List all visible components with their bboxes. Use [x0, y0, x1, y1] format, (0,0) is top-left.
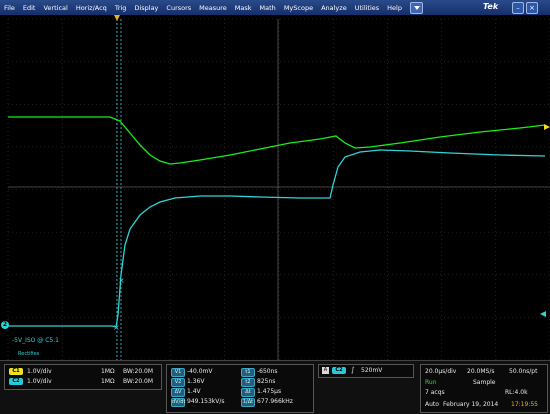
menu-cursors[interactable]: Cursors: [162, 4, 195, 12]
menu-measure[interactable]: Measure: [195, 4, 231, 12]
cursor-cross-lower: ×: [113, 323, 120, 332]
waveform-display[interactable]: × × 2 -5V_ISO @ C5.1 Rectifies: [0, 15, 550, 361]
sample-rate: 20.0MS/s: [467, 368, 495, 375]
t2-badge: t2: [241, 378, 255, 387]
minimize-button[interactable]: –: [512, 2, 524, 14]
minimize-icon: –: [516, 4, 520, 12]
channel-1-impedance: 1MΩ: [101, 368, 115, 375]
channel-2-bandwidth: BW:20.0M: [123, 378, 154, 385]
inverse-delta-t-value: 677.966kHz: [257, 398, 293, 405]
channel-2-impedance: 1MΩ: [101, 378, 115, 385]
menu-help[interactable]: Help: [383, 4, 406, 12]
trigger-source-badge: C2: [332, 367, 346, 374]
menu-file[interactable]: File: [0, 4, 19, 12]
delta-t-value: 1.475µs: [257, 388, 282, 395]
dv-dt-value: 949.153kV/s: [187, 398, 225, 405]
channel-settings-panel[interactable]: C1 1.0V/div 1MΩ BW:20.0M C2 1.0V/div 1MΩ…: [4, 364, 162, 390]
menu-edit[interactable]: Edit: [19, 4, 40, 12]
horizontal-scale: 20.0µs/div: [425, 368, 457, 375]
t1-value: -650ns: [257, 368, 278, 375]
readout-panel: C1 1.0V/div 1MΩ BW:20.0M C2 1.0V/div 1MΩ…: [0, 360, 550, 414]
graticule: × ×: [7, 15, 550, 361]
trigger-type-icon: A: [322, 367, 329, 374]
menu-dropdown-button[interactable]: [410, 1, 423, 14]
menu-vertical[interactable]: Vertical: [39, 4, 71, 12]
v1-badge: V1: [171, 368, 185, 377]
menu-analyze[interactable]: Analyze: [317, 4, 351, 12]
brand-logo: Tek: [483, 2, 499, 11]
menu-mask[interactable]: Mask: [231, 4, 256, 12]
menu-myscope[interactable]: MyScope: [280, 4, 317, 12]
cursor-cross-upper: ×: [118, 276, 125, 285]
channel-2-ground-marker[interactable]: 2: [1, 321, 9, 329]
acquisition-mode: Sample: [473, 379, 496, 386]
t1-badge: t1: [241, 368, 255, 377]
channel-1-badge[interactable]: C1: [9, 368, 23, 375]
acquisition-date: February 19, 2014: [443, 401, 499, 408]
channel-1-scale: 1.0V/div: [27, 368, 52, 375]
close-icon: ×: [529, 4, 535, 12]
close-button[interactable]: ×: [526, 2, 538, 14]
inverse-delta-t-badge: 1/Δt: [241, 398, 255, 407]
ch2-reference-right-marker: [540, 311, 546, 317]
dv-dt-badge: dV/dt: [171, 398, 186, 407]
trigger-settings-panel[interactable]: A C2 ∫ 520mV: [318, 364, 414, 378]
menu-horiz-acq[interactable]: Horiz/Acq: [72, 4, 111, 12]
channel-1-trace: [8, 116, 546, 165]
menu-math[interactable]: Math: [256, 4, 280, 12]
acquisition-state: Run: [425, 379, 437, 386]
trigger-slope-icon: ∫: [351, 366, 355, 374]
v2-badge: V2: [171, 378, 185, 387]
cursor-readout-panel[interactable]: V1 -40.0mV V2 1.36V ΔV 1.4V dV/dt 949.15…: [166, 364, 314, 413]
channel-2-sublabel: Rectifies: [18, 351, 40, 357]
resolution: 50.0ns/pt: [509, 368, 538, 375]
delta-v-badge: ΔV: [171, 388, 185, 397]
record-length: RL:4.0k: [505, 389, 528, 396]
v2-value: 1.36V: [187, 378, 205, 385]
menu-display[interactable]: Display: [130, 4, 162, 12]
chevron-down-icon: [413, 5, 420, 10]
trigger-mode: Auto: [425, 401, 439, 408]
trigger-level: 520mV: [361, 367, 383, 374]
trigger-position-marker[interactable]: [114, 15, 120, 21]
menu-bar: File Edit Vertical Horiz/Acq Trig Displa…: [0, 0, 550, 16]
delta-v-value: 1.4V: [187, 388, 201, 395]
delta-t-badge: Δt: [241, 388, 255, 397]
acquisition-panel[interactable]: 20.0µs/div 20.0MS/s 50.0ns/pt Run Sample…: [420, 364, 548, 413]
menu-trig[interactable]: Trig: [111, 4, 131, 12]
channel-1-bandwidth: BW:20.0M: [123, 368, 154, 375]
menu-utilities[interactable]: Utilities: [351, 4, 383, 12]
v1-value: -40.0mV: [187, 368, 213, 375]
channel-2-scale: 1.0V/div: [27, 378, 52, 385]
acquisition-count: 7 acqs: [425, 389, 445, 396]
channel-2-badge[interactable]: C2: [9, 378, 23, 385]
channel-2-trace: [8, 149, 546, 328]
channel-2-label: -5V_ISO @ C5.1: [12, 337, 59, 344]
trigger-level-marker[interactable]: [544, 124, 550, 130]
acquisition-time: 17:19:55: [511, 401, 538, 408]
t2-value: 825ns: [257, 378, 276, 385]
